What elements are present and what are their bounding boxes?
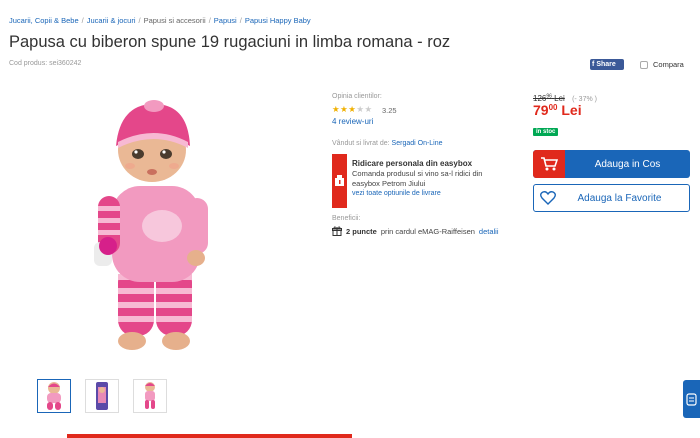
thumbnail-1[interactable] xyxy=(37,379,71,413)
benefit-points: 2 puncte xyxy=(346,226,377,236)
seller-link[interactable]: Sergadi On-Line xyxy=(392,140,443,147)
breadcrumb-item-4[interactable]: Papusi xyxy=(214,16,237,25)
benefit-item: 2 puncte prin cardul eMAG-Raiffeisen det… xyxy=(332,226,499,236)
chat-icon xyxy=(686,392,697,406)
heart-icon-area xyxy=(534,191,562,205)
breadcrumb-item-2[interactable]: Jucarii & jocuri xyxy=(87,16,136,25)
add-to-favorites-label: Adauga la Favorite xyxy=(577,192,662,204)
rating-value: 3.25 xyxy=(382,106,397,115)
thumbnail-2[interactable] xyxy=(85,379,119,413)
product-title: Papusa cu biberon spune 19 rugaciuni in … xyxy=(9,33,451,51)
compare-checkbox[interactable]: Compara xyxy=(640,60,684,69)
share-label: Share xyxy=(596,61,616,68)
breadcrumb-item-3[interactable]: Papusi si accesorii xyxy=(144,16,206,25)
delivery-options-link[interactable]: vezi toate optiunile de livrare xyxy=(352,190,512,197)
breadcrumb: Jucarii, Copii & Bebe / Jucarii & jocuri / P… xyxy=(9,16,311,25)
breadcrumb-item-5[interactable]: Papusi Happy Baby xyxy=(245,16,311,25)
benefit-details-link[interactable]: detalii xyxy=(479,227,499,236)
doll-thumbnail-icon xyxy=(47,382,61,410)
add-to-cart-label: Adauga in Cos xyxy=(594,158,661,170)
reviews-link[interactable]: 4 review-uri xyxy=(332,117,373,126)
easybox-icon-bar xyxy=(332,154,347,208)
doll-thumbnail-icon xyxy=(145,382,155,409)
price-decimals: 00 xyxy=(548,103,558,112)
thumbnail-gallery xyxy=(37,379,167,413)
benefit-text: prin cardul eMAG-Raiffeisen xyxy=(380,226,475,236)
benefits-label: Beneficii: xyxy=(332,215,361,222)
chat-widget-button[interactable] xyxy=(683,380,700,418)
easybox-pickup-panel: Ridicare personala din easybox Comanda p… xyxy=(332,154,512,208)
product-main-image[interactable] xyxy=(90,98,220,358)
old-price-decimals: 96 xyxy=(546,93,552,99)
checkbox-icon[interactable] xyxy=(640,60,648,69)
price-value: 79 xyxy=(533,102,549,118)
easybox-text: Comanda produsul si vino sa-l ridici din… xyxy=(352,169,483,188)
box-thumbnail-icon xyxy=(96,382,108,410)
star-icon: ★ xyxy=(332,104,341,114)
heart-icon xyxy=(540,191,556,205)
product-code: Cod produs: sei360242 xyxy=(9,60,82,67)
breadcrumb-separator: / xyxy=(208,16,211,25)
easybox-title: Ridicare personala din easybox xyxy=(352,159,473,168)
breadcrumb-separator: / xyxy=(138,16,141,25)
breadcrumb-separator: / xyxy=(239,16,242,25)
facebook-share-button[interactable]: f Share xyxy=(590,59,624,70)
star-icon: ★ xyxy=(364,104,373,114)
rating-stars[interactable]: ★★★★★ xyxy=(332,104,373,115)
star-icon: ★ xyxy=(356,104,365,114)
current-price: 7900 Lei xyxy=(533,102,582,118)
facebook-icon: f xyxy=(592,61,595,68)
red-accent-bar xyxy=(67,434,352,438)
compare-label: Compara xyxy=(653,60,684,69)
seller-prefix: Vândut si livrat de: xyxy=(332,140,390,147)
gift-icon xyxy=(332,226,342,236)
cart-icon-area xyxy=(533,150,565,178)
add-to-cart-button[interactable]: Adauga in Cos xyxy=(533,150,690,178)
easybox-icon xyxy=(335,175,344,186)
breadcrumb-item-1[interactable]: Jucarii, Copii & Bebe xyxy=(9,16,79,25)
price-currency: Lei xyxy=(561,102,582,118)
seller-info: Vândut si livrat de: Sergadi On-Line xyxy=(332,140,443,147)
breadcrumb-separator: / xyxy=(81,16,84,25)
opinion-label: Opinia clientilor: xyxy=(332,93,382,100)
thumbnail-3[interactable] xyxy=(133,379,167,413)
stock-badge: în stoc xyxy=(533,128,559,136)
add-to-favorites-button[interactable]: Adauga la Favorite xyxy=(533,184,690,212)
cart-icon xyxy=(540,157,558,171)
